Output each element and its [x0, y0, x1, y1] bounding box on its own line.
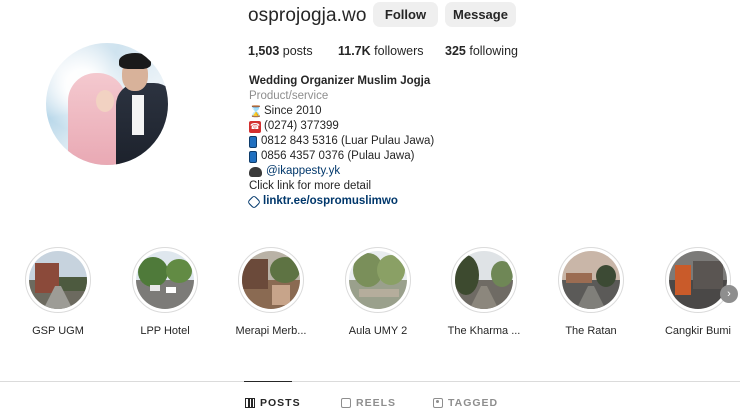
highlight-ring — [451, 247, 517, 313]
tabs-divider — [0, 381, 740, 382]
avatar-photo-shirt — [132, 95, 144, 135]
following-label: following — [469, 44, 518, 58]
followers-label: followers — [374, 44, 424, 58]
bio-line-text: (0274) 377399 — [264, 120, 339, 132]
bio-mention[interactable]: @ikappesty.yk — [266, 164, 340, 179]
highlight-gsp-ugm[interactable]: GSP UGM — [8, 247, 108, 337]
bio-line-telephone: ☎ (0274) 377399 — [249, 119, 434, 134]
message-button[interactable]: Message — [445, 2, 516, 27]
highlight-cover — [242, 251, 300, 309]
tab-label: TAGGED — [448, 397, 499, 409]
highlight-label: Aula UMY 2 — [348, 325, 408, 337]
highlight-ring — [345, 247, 411, 313]
link-icon — [246, 194, 262, 209]
tab-active-indicator — [244, 381, 292, 382]
posts-count: 1,503 — [248, 44, 280, 58]
highlight-merapi-merbabu[interactable]: Merapi Merb... — [221, 247, 321, 337]
highlight-cover — [669, 251, 727, 309]
highlight-ring — [665, 247, 731, 313]
grid-icon — [245, 398, 255, 408]
bio-link-text[interactable]: linktr.ee/ospromuslimwo — [263, 194, 398, 209]
bio-line-text: Since 2010 — [264, 105, 322, 117]
hourglass-icon: ⌛ — [249, 105, 263, 118]
follow-button[interactable]: Follow — [373, 2, 438, 27]
bio-category: Product/service — [249, 90, 329, 102]
following-stat[interactable]: 325 following — [445, 44, 518, 58]
bio-line-text: 0856 4357 0376 (Pulau Jawa) — [261, 150, 415, 162]
highlight-label: GSP UGM — [32, 325, 84, 337]
highlight-cover — [29, 251, 87, 309]
tab-label: POSTS — [260, 397, 301, 409]
mobile-phone-icon — [249, 150, 257, 163]
tab-tagged[interactable]: TAGGED — [433, 397, 498, 409]
bio-line-mobile-2: 0856 4357 0376 (Pulau Jawa) — [249, 149, 434, 164]
telephone-icon: ☎ — [249, 120, 261, 133]
highlight-ring — [238, 247, 304, 313]
profile-username: osprojogja.wo — [248, 5, 367, 26]
bio-note: Click link for more detail — [249, 180, 372, 192]
highlight-cover — [562, 251, 620, 309]
profile-bio: Wedding Organizer Muslim Jogja Product/s… — [246, 74, 434, 209]
bio-line-mention: @ikappesty.yk — [249, 164, 434, 179]
highlight-label: Merapi Merb... — [235, 325, 307, 337]
highlight-the-kharma[interactable]: The Kharma ... — [434, 247, 534, 337]
highlight-label: LPP Hotel — [140, 325, 190, 337]
tab-reels[interactable]: REELS — [341, 397, 396, 409]
bio-line-since: ⌛ Since 2010 — [249, 104, 434, 119]
highlight-lpp-hotel[interactable]: LPP Hotel — [115, 247, 215, 337]
tab-label: REELS — [356, 397, 397, 409]
tab-posts[interactable]: POSTS — [245, 397, 301, 409]
bio-name: Wedding Organizer Muslim Jogja — [249, 75, 431, 87]
highlight-label: The Ratan — [565, 325, 617, 337]
tagged-icon — [433, 398, 443, 408]
followers-stat[interactable]: 11.7K followers — [338, 44, 423, 58]
highlight-cover — [136, 251, 194, 309]
reels-icon — [341, 398, 351, 408]
ninja-icon — [249, 166, 262, 177]
highlight-ring — [558, 247, 624, 313]
bio-link[interactable]: linktr.ee/ospromuslimwo — [246, 194, 434, 209]
followers-count: 11.7K — [338, 44, 371, 58]
highlight-ring — [25, 247, 91, 313]
profile-avatar[interactable] — [46, 43, 168, 165]
following-count: 325 — [445, 44, 466, 58]
highlight-aula-umy-2[interactable]: Aula UMY 2 — [328, 247, 428, 337]
highlight-label: The Kharma ... — [447, 325, 521, 337]
posts-label: posts — [282, 44, 313, 58]
bio-line-text: 0812 843 5316 (Luar Pulau Jawa) — [261, 135, 435, 147]
highlight-cover — [455, 251, 513, 309]
posts-stat: 1,503 posts — [248, 44, 313, 58]
avatar-photo-bride-face — [96, 90, 114, 112]
highlight-the-ratan[interactable]: The Ratan — [541, 247, 641, 337]
chevron-right-icon[interactable]: › — [720, 285, 738, 303]
avatar-photo-groom-hair — [119, 53, 151, 69]
highlight-cover — [349, 251, 407, 309]
bio-line-mobile-1: 0812 843 5316 (Luar Pulau Jawa) — [249, 134, 434, 149]
mobile-phone-icon — [249, 135, 257, 148]
highlight-label: Cangkir Bumi — [664, 325, 732, 337]
highlight-ring — [132, 247, 198, 313]
